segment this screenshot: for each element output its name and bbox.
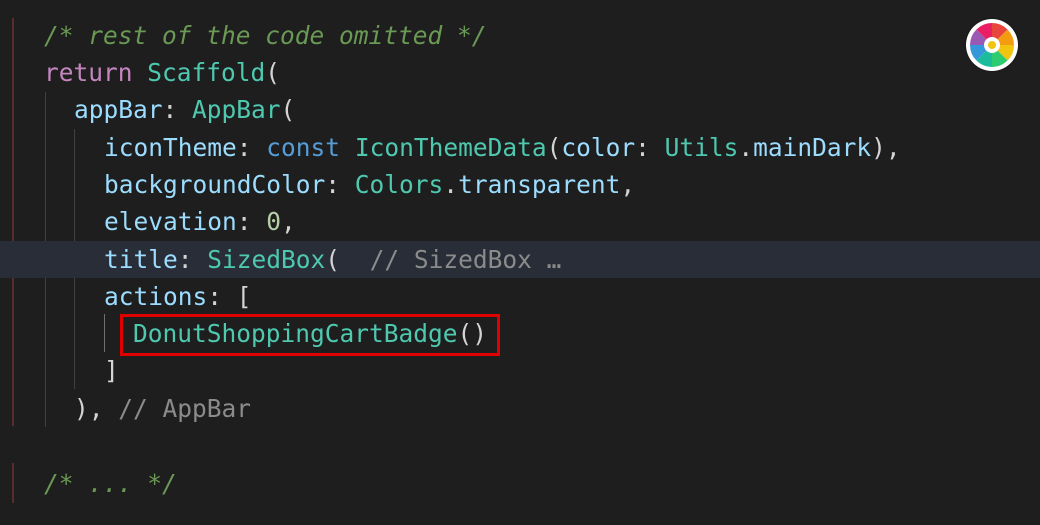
- code-token: ]: [104, 356, 119, 385]
- code-token: mainDark: [753, 133, 872, 162]
- code-content: return Scaffold(: [44, 54, 280, 91]
- code-token: /* ... */: [44, 469, 177, 498]
- code-token: ),: [74, 394, 104, 423]
- code-line[interactable]: elevation: 0,: [0, 203, 1040, 240]
- code-token: elevation: [104, 207, 237, 236]
- code-line[interactable]: ), // AppBar: [0, 390, 1040, 427]
- code-token: (: [546, 133, 562, 162]
- code-content: elevation: 0,: [104, 203, 296, 240]
- code-token: SizedBox: [207, 245, 326, 274]
- code-token: Colors: [354, 170, 444, 199]
- code-token: /* rest of the code omitted */: [44, 21, 487, 50]
- code-content: actions: [: [104, 278, 252, 315]
- code-token: (: [325, 245, 341, 274]
- code-token: return: [44, 58, 133, 87]
- code-token: :: [635, 133, 665, 162]
- code-line[interactable]: backgroundColor: Colors.transparent,: [0, 166, 1040, 203]
- code-token: :: [236, 133, 267, 162]
- code-content: appBar: AppBar(: [74, 91, 295, 128]
- code-content: /* rest of the code omitted */: [44, 17, 487, 54]
- code-content: /* ... */: [44, 465, 177, 502]
- code-token: .: [443, 170, 459, 199]
- code-token: AppBar: [192, 95, 281, 124]
- code-editor[interactable]: /* rest of the code omitted */ return Sc…: [0, 0, 1040, 525]
- code-token: // SizedBox …: [340, 245, 562, 274]
- code-token: :: [236, 207, 267, 236]
- code-token: appBar: [74, 95, 163, 124]
- code-token: ,: [281, 207, 296, 236]
- code-token: IconThemeData: [354, 133, 547, 162]
- code-token: ,: [620, 170, 636, 199]
- code-content: iconTheme: const IconThemeData(color: Ut…: [104, 129, 901, 166]
- code-token: (: [280, 95, 296, 124]
- code-token: // AppBar: [103, 394, 252, 423]
- code-token: ),: [871, 133, 901, 162]
- highlight-box: [120, 314, 500, 356]
- color-wheel-svg: [970, 22, 1014, 67]
- code-content: ]: [104, 352, 119, 389]
- code-token: actions: [104, 282, 208, 311]
- code-token: :: [162, 95, 193, 124]
- code-token: backgroundColor: [104, 170, 326, 199]
- code-content: title: SizedBox( // SizedBox …: [104, 241, 561, 278]
- code-token: iconTheme: [104, 133, 237, 162]
- code-line[interactable]: actions: [: [0, 278, 1040, 315]
- code-content: backgroundColor: Colors.transparent,: [104, 166, 635, 203]
- color-wheel-icon: [966, 19, 1018, 71]
- code-token: :: [177, 245, 208, 274]
- code-token: color: [561, 133, 636, 162]
- code-token: : [: [207, 282, 252, 311]
- code-token: Scaffold: [147, 58, 266, 87]
- code-line[interactable]: iconTheme: const IconThemeData(color: Ut…: [0, 129, 1040, 166]
- code-token: (: [265, 58, 281, 87]
- code-token: const: [266, 133, 341, 162]
- code-line[interactable]: /* rest of the code omitted */: [0, 17, 1040, 54]
- code-line-current[interactable]: title: SizedBox( // SizedBox …: [0, 241, 1040, 278]
- code-token: .: [738, 133, 754, 162]
- code-token: title: [104, 245, 178, 274]
- code-line[interactable]: appBar: AppBar(: [0, 91, 1040, 128]
- code-line[interactable]: [0, 427, 1040, 464]
- code-token: transparent: [458, 170, 621, 199]
- code-line[interactable]: return Scaffold(: [0, 54, 1040, 91]
- code-token: Utils: [664, 133, 739, 162]
- code-token: 0: [266, 207, 282, 236]
- code-content: ), // AppBar: [74, 390, 251, 427]
- code-line[interactable]: ]: [0, 352, 1040, 389]
- code-token: :: [325, 170, 355, 199]
- code-line[interactable]: /* ... */: [0, 465, 1040, 502]
